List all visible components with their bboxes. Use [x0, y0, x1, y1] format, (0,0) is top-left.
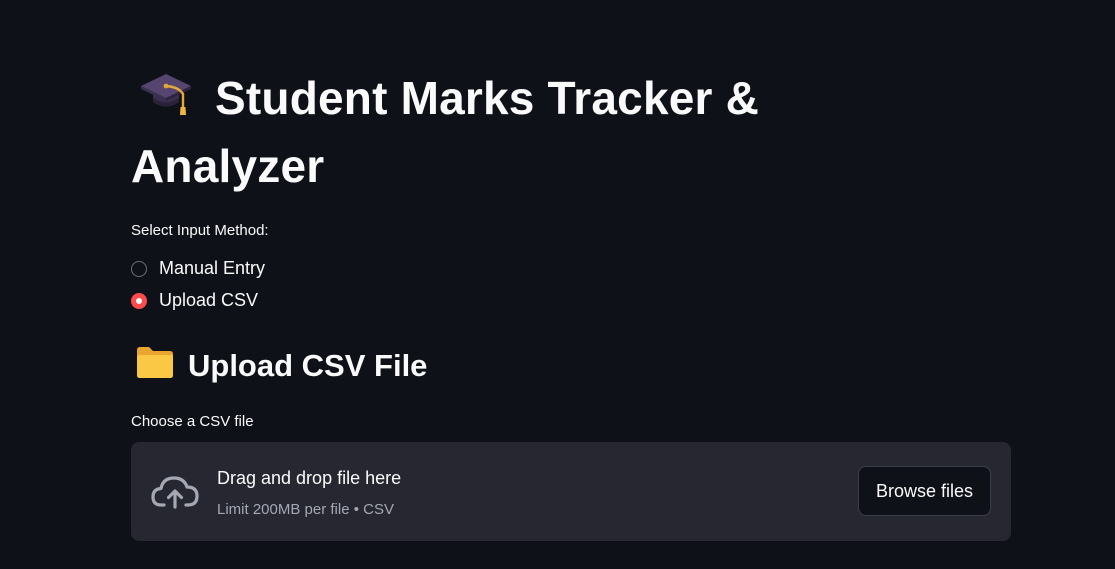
graduation-cap-icon [139, 68, 193, 134]
file-dropzone[interactable]: Drag and drop file here Limit 200MB per … [131, 442, 1011, 541]
radio-label-manual-entry: Manual Entry [159, 258, 266, 278]
dropzone-limit-text: Limit 200MB per file • CSV [217, 501, 394, 518]
page-title-text: Student Marks Tracker & Analyzer [131, 72, 760, 192]
browse-files-button[interactable]: Browse files [858, 466, 991, 516]
dropzone-title: Drag and drop file here [217, 468, 402, 488]
upload-section-heading: Upload CSV File [136, 345, 427, 387]
folder-icon [136, 345, 174, 387]
file-uploader-label: Choose a CSV file [131, 413, 254, 430]
radio-button-unchecked[interactable] [131, 260, 147, 277]
radio-upload-csv[interactable]: Upload CSV [131, 290, 258, 311]
radio-label-upload-csv: Upload CSV [159, 290, 259, 310]
radio-button-checked[interactable] [131, 292, 147, 309]
radio-manual-entry[interactable]: Manual Entry [131, 258, 265, 279]
page-title: Student Marks Tracker & Analyzer [131, 66, 891, 198]
cloud-upload-icon [151, 474, 199, 515]
input-method-label: Select Input Method: [131, 222, 269, 239]
upload-section-heading-text: Upload CSV File [188, 348, 428, 383]
